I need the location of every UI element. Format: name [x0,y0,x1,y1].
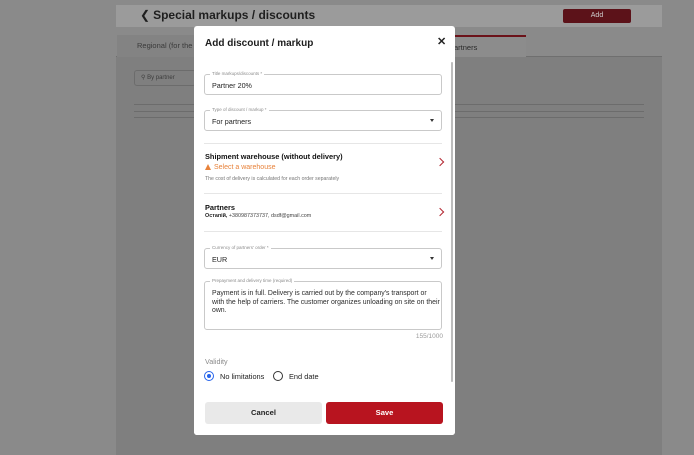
modal-title: Add discount / markup [205,38,314,49]
dropdown-arrow-icon [430,119,434,122]
partners-info: Остапій, +380987373737, dsdf@gmail.com [205,213,311,219]
prepayment-legend: Prepayment and delivery time (required) [210,278,295,284]
type-select-value: For partners [212,117,252,126]
search-icon: ⚲ [141,75,146,81]
background-page-title: ❮ Special markups / discounts [140,8,316,22]
section-divider [204,193,442,194]
partners-title: Partners [205,203,235,212]
currency-select[interactable]: Currency of partners' order * EUR [204,245,442,269]
add-discount-modal: Add discount / markup ✕ Title markups/di… [194,26,455,435]
back-chevron-icon: ❮ [140,8,151,22]
warning-icon [205,164,211,170]
save-button[interactable]: Save [326,402,443,424]
cancel-button[interactable]: Cancel [205,402,322,424]
type-select-legend: Type of discount / markup * [210,107,269,113]
dropdown-arrow-icon [430,257,434,260]
radio-no-limitations-label[interactable]: No limitations [220,372,264,381]
title-field[interactable]: Title markups/discounts * Partner 20% [204,71,442,95]
partner-name: Остапій, [205,213,228,219]
modal-footer: Cancel Save [194,392,455,435]
prepayment-text: Payment is in full. Delivery is carried … [212,290,440,314]
warehouse-hint: The cost of delivery is calculated for e… [205,176,340,182]
warehouse-warning: Select a warehouse [205,164,275,171]
partner-details: +380987373737, dsdf@gmail.com [227,213,312,219]
radio-end-date[interactable] [273,371,283,381]
scrollbar-thumb[interactable] [451,62,453,382]
title-field-legend: Title markups/discounts * [210,71,265,77]
warehouse-title: Shipment warehouse (without delivery) [205,152,343,161]
close-icon[interactable]: ✕ [437,36,446,48]
radio-end-date-label[interactable]: End date [289,372,319,381]
modal-header: Add discount / markup ✕ [194,26,455,60]
type-select[interactable]: Type of discount / markup * For partners [204,107,442,131]
title-field-value: Partner 20% [212,81,252,90]
radio-no-limitations[interactable] [204,371,214,381]
background-search-input: ⚲ By partner [134,70,196,86]
character-counter: 155/1000 [415,333,443,340]
section-divider [204,231,442,232]
section-divider [204,143,442,144]
currency-select-legend: Currency of partners' order * [210,245,271,251]
chevron-right-icon[interactable] [435,157,445,167]
currency-select-value: EUR [212,255,228,264]
prepayment-textarea[interactable]: Prepayment and delivery time (required) … [204,278,442,330]
chevron-right-icon[interactable] [435,207,445,217]
background-tab-regional: Regional (for the [117,35,197,57]
background-tab-partners: artners [454,35,526,57]
background-add-button: Add [563,9,631,23]
validity-label: Validity [205,357,228,366]
